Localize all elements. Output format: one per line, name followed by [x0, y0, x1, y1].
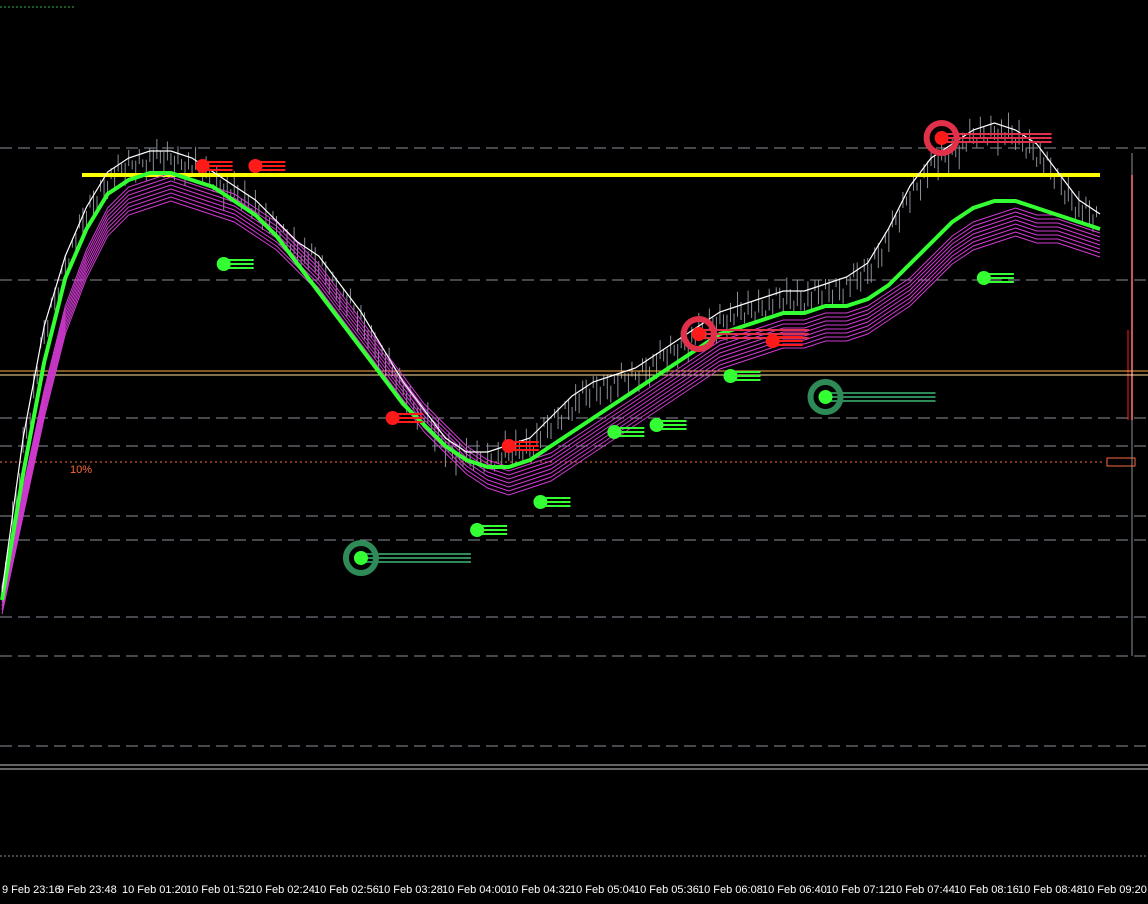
ma-fast-line — [0, 171, 1101, 601]
signal-dot — [385, 411, 400, 425]
x-tick-label: 10 Feb 02:56 — [314, 884, 379, 896]
price-line — [1, 122, 1101, 593]
signal-dot — [248, 159, 263, 173]
buy-signal-10 — [649, 418, 687, 432]
buy-signal-8 — [533, 495, 571, 509]
x-tick-label: 10 Feb 06:08 — [698, 884, 763, 896]
x-tick-label: 10 Feb 05:36 — [634, 884, 699, 896]
x-tick-label: 10 Feb 06:40 — [762, 884, 827, 896]
sell-signal-7 — [501, 439, 539, 453]
buy-signal-3 — [216, 257, 254, 271]
x-tick-label: 10 Feb 01:20 — [122, 884, 187, 896]
buy-signal-16 — [976, 271, 1014, 285]
buy-signal-6 — [470, 523, 508, 537]
signal-dot — [723, 369, 738, 383]
signal-dot — [607, 425, 622, 439]
signal-dot — [195, 159, 210, 173]
x-tick-label: 10 Feb 08:48 — [1018, 884, 1083, 896]
buy-signal-14 — [807, 379, 936, 415]
signal-dot — [649, 418, 664, 432]
ma-band-line-7 — [1, 200, 1101, 615]
ma-band-line-5 — [1, 192, 1101, 607]
ma-band-line-2 — [1, 180, 1101, 595]
sell-signal-1 — [195, 159, 233, 173]
sell-signal-2 — [248, 159, 286, 173]
x-tick-label: 9 Feb 23:48 — [58, 884, 117, 896]
trading-chart[interactable]: 10% 9 Feb 23:16 9 Feb 23:48 10 Feb 01:20 10 … — [0, 0, 1148, 904]
buy-signal-5 — [342, 540, 471, 576]
x-tick-label: 10 Feb 07:44 — [890, 884, 955, 896]
x-tick-label: 10 Feb 05:04 — [570, 884, 635, 896]
signal-dot — [765, 334, 780, 348]
ma-band-line-3 — [1, 184, 1101, 599]
signal-dot — [216, 257, 231, 271]
x-tick-label: 10 Feb 07:12 — [826, 884, 891, 896]
signal-dot — [470, 523, 485, 537]
sell-signal-4 — [385, 411, 423, 425]
signal-dot — [691, 327, 706, 341]
x-tick-label: 10 Feb 09:20 — [1082, 884, 1147, 896]
signal-dot — [818, 390, 833, 404]
chart-canvas: 10%9 Feb 23:169 Feb 23:48 10 Feb 01:20 10 … — [0, 6, 1148, 896]
fib-price-tag — [1106, 457, 1136, 467]
signal-dot — [533, 495, 548, 509]
x-tick-label: 10 Feb 03:28 — [378, 884, 443, 896]
fib-label: 10% — [70, 464, 92, 476]
signal-dot — [976, 271, 991, 285]
ma-band-line-0 — [1, 172, 1101, 587]
x-tick-label: 10 Feb 04:32 — [506, 884, 571, 896]
buy-signal-12 — [723, 369, 761, 383]
x-tick-label: 10 Feb 02:24 — [250, 884, 315, 896]
buy-signal-9 — [607, 425, 645, 439]
signal-dot — [501, 439, 516, 453]
sell-signal-13 — [765, 334, 803, 348]
price-bars — [1, 112, 1097, 594]
x-tick-label: 10 Feb 01:52 — [186, 884, 251, 896]
x-tick-label: 10 Feb 08:16 — [954, 884, 1019, 896]
x-tick-label: 9 Feb 23:16 — [2, 884, 61, 896]
signal-dot — [934, 131, 949, 145]
signal-dot — [353, 551, 368, 565]
ma-band-line-6 — [1, 196, 1101, 611]
x-tick-label: 10 Feb 04:00 — [442, 884, 507, 896]
